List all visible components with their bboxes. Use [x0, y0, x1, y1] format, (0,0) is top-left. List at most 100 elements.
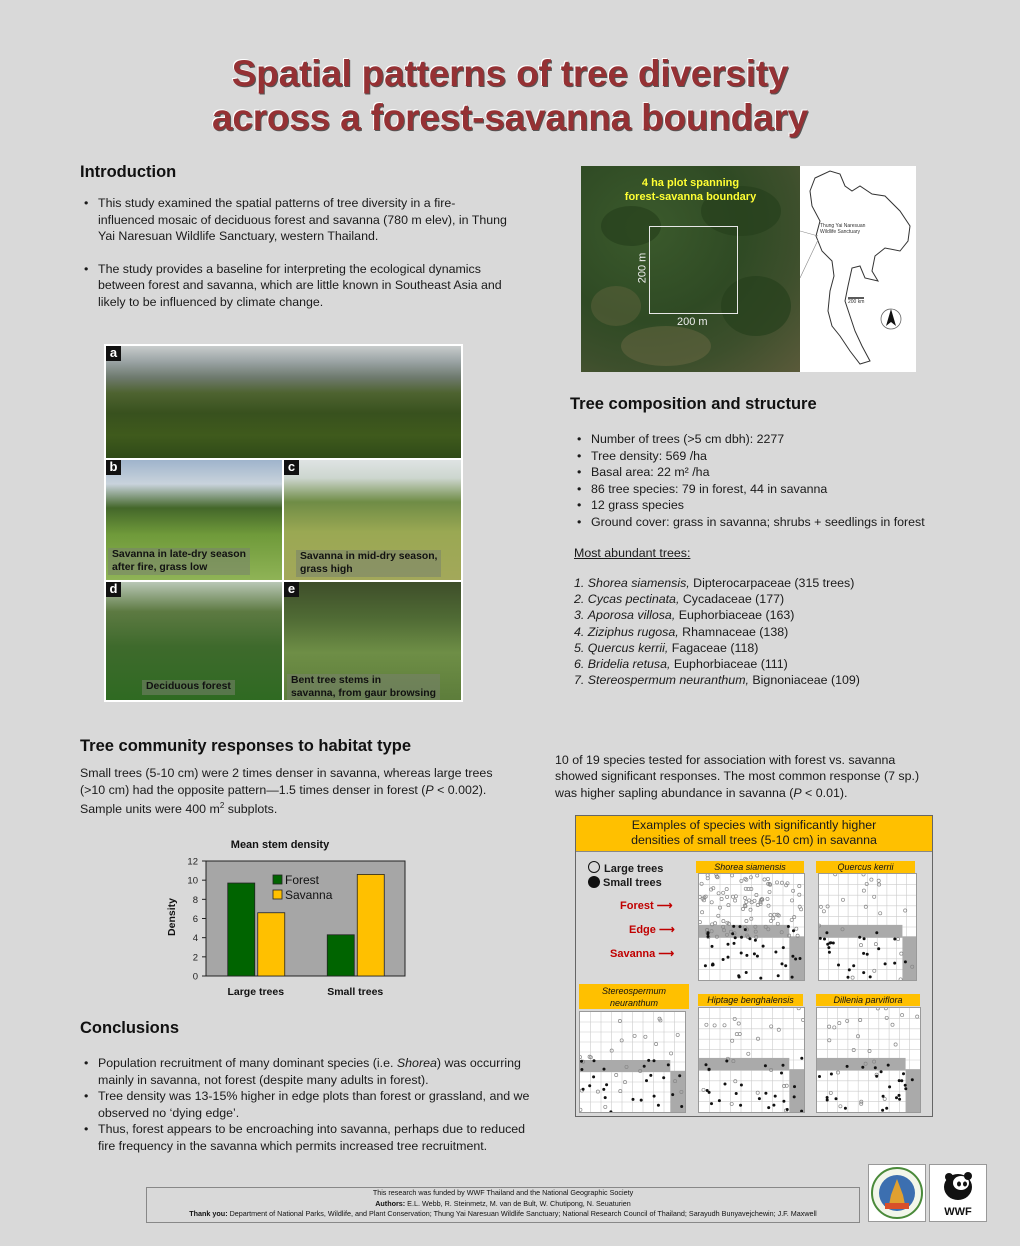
abundant-trees-list: 1. Shorea siamensis, Dipterocarpaceae (3… — [570, 575, 940, 688]
abundant-tree-item: 1. Shorea siamensis, Dipterocarpaceae (3… — [574, 576, 855, 590]
plot-bottom-label: 200 m — [677, 316, 708, 328]
conclusion-bullet: Population recruitment of many dominant … — [80, 1055, 540, 1088]
legend-label-forest: Forest — [285, 873, 320, 887]
association-paragraph: 10 of 19 species tested for association … — [555, 753, 920, 800]
composition-bullet: Tree density: 569 /ha — [573, 448, 940, 465]
photo-d-caption: Deciduous forest — [142, 680, 235, 695]
x-category-label: Large trees — [227, 986, 284, 998]
legend-swatch-forest — [272, 874, 283, 885]
composition-bullet: 86 tree species: 79 in forest, 44 in sav… — [573, 481, 940, 498]
introduction-heading: Introduction — [80, 163, 177, 181]
abundant-heading: Most abundant trees: — [574, 546, 691, 560]
responses-heading: Tree community responses to habitat type — [80, 737, 411, 755]
conclusions-bullets: Population recruitment of many dominant … — [80, 1055, 540, 1154]
conclusion-bullet: Tree density was 13-15% higher in edge p… — [80, 1088, 540, 1121]
photo-e-caption: Bent tree stems in savanna, from gaur br… — [287, 674, 440, 700]
composition-bullet: 12 grass species — [573, 497, 940, 514]
photo-letter: b — [106, 460, 121, 475]
y-tick-label: 8 — [193, 895, 198, 906]
y-tick-label: 12 — [187, 857, 198, 868]
wwf-logo: WWF — [929, 1164, 987, 1222]
photo-letter: c — [284, 460, 299, 475]
chart-title: Mean stem density — [231, 839, 330, 851]
composition-bullet: Ground cover: grass in savanna; shrubs +… — [573, 514, 940, 531]
bar-savanna-large-trees — [257, 912, 286, 977]
photo-d-deciduous-forest: d Deciduous forest — [106, 582, 282, 700]
authors-line: Authors: E.L. Webb, R. Steinmetz, M. van… — [375, 1198, 631, 1208]
composition-bullet: Number of trees (>5 cm dbh): 2277 — [573, 431, 940, 448]
x-category-label: Small trees — [327, 986, 383, 998]
dnp-thailand-logo — [868, 1164, 926, 1222]
chart-y-axis-label: Density — [166, 898, 178, 936]
thailand-outline-icon — [799, 170, 911, 365]
y-tick-label: 10 — [187, 876, 198, 887]
species-legend: Large trees Small trees — [588, 861, 663, 890]
species-distribution-map — [818, 873, 917, 981]
conclusions-section: Conclusions Population recruitment of ma… — [80, 1019, 540, 1154]
arrow-right-icon: ⟶ — [658, 948, 675, 960]
photo-e-bent-stems: e Bent tree stems in savanna, from gaur … — [284, 582, 461, 700]
plot-outline — [649, 226, 738, 314]
conclusion-bullet: Thus, forest appears to be encroaching i… — [80, 1121, 540, 1154]
conclusions-heading: Conclusions — [80, 1019, 180, 1037]
arrow-right-icon: ⟶ — [658, 924, 675, 936]
introduction-section: Introduction This study examined the spa… — [80, 163, 510, 310]
species-name: Shorea siamensis, — [587, 576, 690, 590]
legend-swatch-savanna — [272, 889, 283, 900]
photo-letter: e — [284, 582, 299, 597]
abundant-tree-item: 3. Aporosa villosa, Euphorbiaceae (163) — [574, 608, 795, 623]
composition-bullet: Basal area: 22 m² /ha — [573, 464, 940, 481]
species-distribution-map — [698, 1007, 805, 1113]
species-panel-title: Hiptage benghalensis — [698, 994, 803, 1006]
species-name: Stereospermum neuranthum, — [587, 673, 749, 688]
y-tick-label: 2 — [193, 952, 198, 963]
species-panel-title: Dillenia parviflora — [816, 994, 920, 1006]
species-name: Quercus kerrii, — [587, 640, 669, 655]
intro-bullet: The study provides a baseline for interp… — [80, 261, 510, 311]
bar-forest-small-trees — [326, 934, 355, 977]
species-examples-box: Examples of species with significantly h… — [575, 815, 933, 1117]
stem-density-chart-svg: Mean stem density Density 0 2 4 6 8 10 12 Large… — [166, 839, 406, 998]
acknowledgements-footer: This research was funded by WWF Thailand… — [146, 1187, 860, 1223]
photo-a-landscape: a — [106, 346, 461, 458]
bar-savanna-small-trees — [356, 874, 385, 977]
abundant-tree-item: 2. Cycas pectinata, Cycadaceae (177) — [574, 592, 785, 607]
species-box-header: Examples of species with significantly h… — [576, 816, 932, 852]
responses-paragraph: Small trees (5-10 cm) were 2 times dense… — [80, 766, 493, 817]
title-line-2: across a forest-savanna boundary — [211, 97, 809, 138]
funding-line: This research was funded by WWF Thailand… — [372, 1188, 634, 1197]
species-distribution-map — [698, 873, 805, 981]
abundant-tree-item: 6. Bridelia retusa, Euphorbiaceae (111) — [574, 657, 788, 672]
thailand-map: Thung Yai Naresuan Wildlife Sanctuary 20… — [799, 166, 916, 372]
poster-title: Spatial patterns of tree diversity acros… — [0, 52, 1020, 140]
photo-b-savanna-late-dry: b Savanna in late-dry season after fire,… — [106, 460, 282, 580]
photo-c-savanna-mid-dry: c Savanna in mid-dry season, grass high — [284, 460, 461, 580]
legend-small-trees: Small trees — [588, 876, 663, 890]
satellite-caption: 4 ha plot spanning forest-savanna bounda… — [624, 177, 757, 203]
bar-forest-large-trees — [227, 882, 256, 977]
legend-large-trees: Large trees — [588, 861, 663, 876]
title-line-1: Spatial patterns of tree diversity — [231, 53, 789, 94]
species-name: Cycas pectinata, — [587, 592, 680, 607]
photo-letter: d — [106, 582, 121, 597]
species-name: Aporosa villosa, — [587, 608, 676, 623]
abundant-tree-item: 7. Stereospermum neuranthum, Bignoniacea… — [574, 673, 860, 688]
abundant-tree-item: 4. Ziziphus rugosa, Rhamnaceae (138) — [574, 624, 789, 639]
composition-heading: Tree composition and structure — [570, 395, 817, 413]
abundant-tree-item: 5. Quercus kerrii, Fagaceae (118) — [574, 640, 759, 655]
y-tick-label: 4 — [193, 933, 198, 944]
sanctuary-label: Thung Yai Naresuan Wildlife Sanctuary — [820, 223, 866, 235]
species-distribution-map — [816, 1007, 921, 1113]
dnp-emblem-icon — [871, 1167, 923, 1219]
species-panel-title: Quercus kerrii — [816, 861, 915, 873]
filled-circle-icon — [588, 876, 600, 888]
composition-bullets: Number of trees (>5 cm dbh): 2277 Tree d… — [570, 431, 940, 530]
stem-density-chart: Mean stem density Density 0 2 4 6 8 10 12 Large… — [160, 835, 420, 1005]
species-panel-title: Stereospermum neuranthum — [579, 984, 689, 1009]
arrow-right-icon: ⟶ — [656, 900, 673, 912]
species-name: Bridelia retusa, — [587, 657, 671, 672]
responses-section: Tree community responses to habitat type… — [80, 737, 520, 818]
plot-side-label: 200 m — [636, 252, 649, 284]
satellite-image: 4 ha plot spanning forest-savanna bounda… — [581, 166, 800, 372]
species-distribution-map — [579, 1011, 686, 1113]
